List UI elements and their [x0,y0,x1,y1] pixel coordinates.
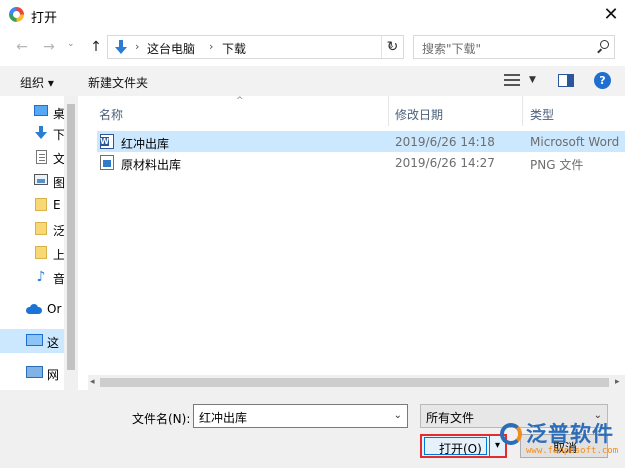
document-icon [36,150,47,164]
search-box[interactable]: 搜索"下载" [413,35,615,59]
sidebar-item-folder-e[interactable]: E [0,193,64,217]
watermark-name: 泛普软件 [526,422,614,446]
horizontal-scrollbar-thumb[interactable] [100,378,609,387]
file-list-horizontal-scrollbar[interactable]: ◂ ▸ [88,375,625,390]
open-button-inner[interactable]: 打开(O) [424,437,487,456]
back-arrow-icon[interactable]: ← [13,38,31,56]
this-pc-icon [26,334,43,346]
png-image-icon [100,155,114,170]
refresh-button[interactable]: ↻ [381,36,403,58]
sidebar-scrollbar[interactable] [64,96,78,390]
sidebar-item-label: 这 [47,336,60,350]
file-row[interactable]: 红冲出库 2019/6/26 14:18 Microsoft Word [97,131,625,152]
filename-field[interactable]: 红冲出库 ⌄ [193,404,408,428]
sidebar-item-downloads[interactable]: 下 [0,121,65,145]
sidebar-item-documents[interactable]: 文 [0,145,65,169]
file-modified-date: 2019/6/26 14:27 [395,156,495,170]
file-modified-date: 2019/6/26 14:18 [395,135,495,149]
file-row[interactable]: 原材料出库 2019/6/26 14:27 PNG 文件 [97,152,625,173]
sort-ascending-icon: ^ [236,96,244,106]
search-input[interactable]: 搜索"下载" [422,40,481,57]
onedrive-icon [26,304,42,314]
address-bar[interactable]: › 这台电脑 › 下载 ⌄ [107,35,404,59]
folder-icon [35,198,47,211]
downloads-folder-icon [113,39,129,55]
sidebar-item-pictures[interactable]: 图 [0,169,65,193]
new-folder-button[interactable]: 新建文件夹 [88,74,148,91]
sidebar-item-music[interactable]: ♪ 音 [0,265,65,289]
sidebar-item-this-pc[interactable]: 这 [0,329,64,353]
column-header-modified[interactable]: 修改日期 [395,106,443,123]
command-toolbar: 组织 ▾ 新建文件夹 ▼ ? [0,66,625,96]
column-divider[interactable] [522,96,523,126]
filename-label: 文件名(N): [132,412,191,426]
scroll-right-icon[interactable]: ▸ [615,377,620,387]
recent-locations-icon[interactable]: ⌄ [67,39,75,49]
organize-menu[interactable]: 组织 ▾ [20,74,54,91]
chevron-down-icon[interactable]: ⌄ [394,410,402,421]
view-dropdown-icon[interactable]: ▼ [529,75,536,85]
breadcrumb-downloads[interactable]: 下载 [222,40,246,57]
column-divider[interactable] [388,96,389,126]
file-type-value: 所有文件 [426,411,475,425]
open-button[interactable]: 打开(O) ▾ [420,434,507,458]
search-icon[interactable] [596,40,610,54]
close-button[interactable]: ✕ [598,3,624,27]
column-header-type[interactable]: 类型 [530,106,554,123]
sidebar-scrollbar-thumb[interactable] [67,104,75,370]
watermark: 泛普软件 www.fanpusoft.com [498,417,625,468]
help-icon[interactable]: ? [594,72,611,89]
scroll-left-icon[interactable]: ◂ [90,377,95,387]
sidebar-item-label: 网 [47,368,60,382]
window-title: 打开 [31,11,58,26]
up-folder-icon[interactable]: ↑ [88,38,104,56]
breadcrumb-this-pc[interactable]: 这台电脑 [147,40,195,57]
network-icon [26,366,43,378]
app-logo-icon [9,7,24,22]
word-doc-icon [100,134,114,149]
sidebar-item-network[interactable]: 网 [0,361,64,385]
download-icon [34,126,48,140]
desktop-icon [34,105,48,116]
breadcrumb-separator-icon[interactable]: › [209,40,213,53]
forward-arrow-icon[interactable]: → [40,38,58,56]
watermark-logo-icon [500,423,522,445]
preview-pane-icon[interactable] [558,74,574,87]
sidebar-item-label: E [53,198,61,212]
column-header-name[interactable]: 名称 [99,106,123,123]
file-name: 原材料出库 [121,158,182,172]
watermark-url: www.fanpusoft.com [526,446,619,456]
file-type: PNG 文件 [530,158,584,172]
title-bar: 打开 ✕ [0,0,625,31]
open-button-label: 打开(O) [439,442,482,456]
filename-value[interactable]: 红冲出库 [199,409,247,426]
folder-icon [35,222,47,235]
folder-icon [35,246,47,259]
breadcrumb-separator-icon: › [135,40,140,53]
file-list: ^ 名称 修改日期 类型 红冲出库 2019/6/26 14:18 Micros… [88,96,625,390]
sidebar-item-onedrive[interactable]: Or [0,297,64,321]
sidebar-item-label: Or [47,302,62,316]
picture-icon [34,174,48,185]
sidebar-item-folder-fan[interactable]: 泛 [0,217,65,241]
music-icon: ♪ [36,269,46,285]
view-options-icon[interactable] [504,74,520,87]
file-name: 红冲出库 [121,137,170,151]
sidebar-item-folder-shang[interactable]: 上 [0,241,65,265]
file-type: Microsoft Word [530,135,620,149]
